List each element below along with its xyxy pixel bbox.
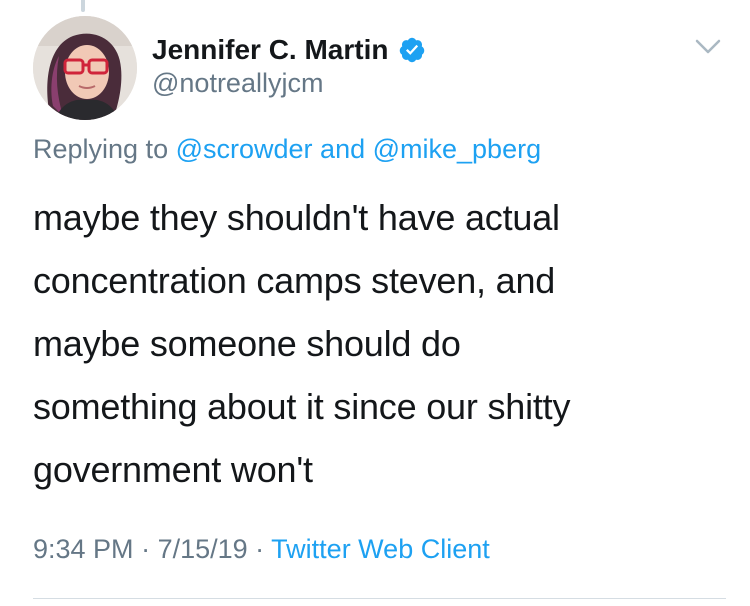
avatar[interactable]: [33, 16, 137, 120]
mention-link-scrowder[interactable]: @scrowder: [176, 134, 313, 164]
thread-connector-line: [81, 0, 85, 12]
meta-separator: ·: [247, 534, 272, 564]
tweet-client-link[interactable]: Twitter Web Client: [271, 534, 490, 564]
author-display-name[interactable]: Jennifer C. Martin: [152, 34, 388, 66]
author-handle[interactable]: @notreallyjcm: [152, 68, 323, 99]
mention-link-mike-pberg[interactable]: @mike_pberg: [373, 134, 542, 164]
tweet-metadata: 9:34 PM · 7/15/19 · Twitter Web Client: [33, 534, 490, 565]
replying-conjunction[interactable]: and: [313, 134, 373, 164]
divider: [33, 598, 726, 599]
tweet-time[interactable]: 9:34 PM: [33, 534, 134, 564]
replying-to-line: Replying to @scrowder and @mike_pberg: [33, 134, 541, 165]
tweet-text: maybe they shouldn't have actual concent…: [33, 197, 571, 490]
avatar-image: [33, 16, 137, 120]
replying-prefix: Replying to: [33, 134, 176, 164]
meta-separator: ·: [133, 534, 158, 564]
tweet-date[interactable]: 7/15/19: [158, 534, 248, 564]
author-name-row: Jennifer C. Martin: [152, 30, 426, 70]
verified-badge-icon: [400, 37, 425, 63]
chevron-down-icon[interactable]: [694, 38, 722, 56]
